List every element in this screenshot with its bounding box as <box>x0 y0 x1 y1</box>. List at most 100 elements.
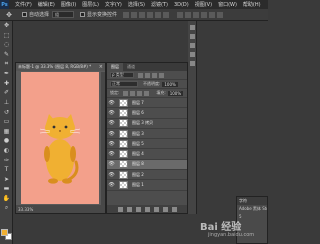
align-center-icon[interactable] <box>155 11 162 18</box>
visibility-eye-icon[interactable]: 👁 <box>107 110 116 116</box>
menu-file[interactable]: 文件(F) <box>15 1 32 8</box>
menu-type[interactable]: 文字(Y) <box>105 1 122 8</box>
lock-transparency-icon[interactable] <box>123 90 129 96</box>
menu-view[interactable]: 视图(V) <box>195 1 212 8</box>
align-right-icon[interactable] <box>163 11 170 18</box>
menu-3d[interactable]: 3D(D) <box>174 2 189 8</box>
visibility-eye-icon[interactable]: 👁 <box>107 100 116 106</box>
document-tab[interactable]: 未标题-1 @ 33.3% (图层 8, RGB/8#) * × <box>16 63 105 71</box>
distribute-bottom-icon[interactable] <box>193 11 200 18</box>
lasso-tool-icon[interactable]: ◌ <box>0 40 13 50</box>
vertical-scrollbar[interactable] <box>101 72 105 207</box>
tab-channels[interactable]: 通道 <box>123 63 139 71</box>
fill-value[interactable]: 100% <box>167 90 184 96</box>
foreground-color-swatch[interactable] <box>1 229 8 236</box>
menu-filter[interactable]: 滤镜(T) <box>151 1 168 8</box>
distribute-right-icon[interactable] <box>217 11 224 18</box>
marquee-tool-icon[interactable]: ⬚ <box>0 31 13 41</box>
history-brush-tool-icon[interactable]: ↺ <box>0 107 13 117</box>
quick-select-tool-icon[interactable]: ✎ <box>0 50 13 60</box>
dodge-tool-icon[interactable]: ◐ <box>0 146 13 156</box>
layer-kind-filter[interactable]: ρ 类型 <box>110 72 134 78</box>
healing-brush-tool-icon[interactable]: ✚ <box>0 79 13 89</box>
character-panel-icon[interactable] <box>190 61 195 66</box>
visibility-eye-icon[interactable]: 👁 <box>107 161 116 167</box>
menu-help[interactable]: 帮助(H) <box>243 1 261 8</box>
properties-panel-icon[interactable] <box>190 34 195 39</box>
layer-row-selected[interactable]: 👁 图层 8 <box>107 159 187 171</box>
hand-tool-icon[interactable]: ✋ <box>0 194 13 204</box>
auto-select-dropdown[interactable]: 组 <box>52 11 75 18</box>
menu-select[interactable]: 选择(S) <box>128 1 145 8</box>
align-top-icon[interactable] <box>123 11 130 18</box>
link-layers-icon[interactable] <box>117 206 123 212</box>
blur-tool-icon[interactable]: ● <box>0 136 13 146</box>
adjustment-layer-icon[interactable] <box>144 206 150 212</box>
visibility-eye-icon[interactable]: 👁 <box>107 172 116 178</box>
tab-layers[interactable]: 图层 <box>107 63 123 71</box>
lock-pixels-icon[interactable] <box>130 90 136 96</box>
font-family-field[interactable]: Adobe 黑体 Std <box>237 205 267 213</box>
swatches-panel-icon[interactable] <box>190 43 195 48</box>
layer-row[interactable]: 👁 图层 7 <box>107 98 187 109</box>
eyedropper-tool-icon[interactable]: ✒ <box>0 69 13 79</box>
zoom-tool-icon[interactable]: ⌕ <box>0 203 13 213</box>
visibility-eye-icon[interactable]: 👁 <box>107 141 116 147</box>
layer-row[interactable]: 👁 图层 6 <box>107 108 187 119</box>
close-icon[interactable]: × <box>99 64 103 70</box>
watermark-url: jingyan.baidu.com <box>208 232 255 238</box>
distribute-left-icon[interactable] <box>201 11 208 18</box>
visibility-eye-icon[interactable]: 👁 <box>107 120 116 126</box>
menu-edit[interactable]: 编辑(E) <box>38 1 55 8</box>
align-middle-icon[interactable] <box>131 11 138 18</box>
add-mask-icon[interactable] <box>135 206 141 212</box>
pixel-filter-icon[interactable] <box>138 72 143 78</box>
eraser-tool-icon[interactable]: ▭ <box>0 117 13 127</box>
visibility-eye-icon[interactable]: 👁 <box>107 131 116 137</box>
align-bottom-icon[interactable] <box>139 11 146 18</box>
type-filter-icon[interactable] <box>152 72 157 78</box>
brush-tool-icon[interactable]: ✐ <box>0 88 13 98</box>
history-panel-icon[interactable] <box>190 25 195 30</box>
show-transform-checkbox[interactable] <box>80 12 86 17</box>
type-tool-icon[interactable]: T <box>0 165 13 175</box>
distribute-top-icon[interactable] <box>177 11 184 18</box>
shape-filter-icon[interactable] <box>159 72 164 78</box>
auto-select-checkbox[interactable] <box>22 12 27 17</box>
character-panel-title[interactable]: 字符 <box>237 197 267 205</box>
delete-layer-icon[interactable] <box>171 206 177 212</box>
menu-image[interactable]: 图像(I) <box>61 1 76 8</box>
blend-mode-dropdown[interactable]: 正常 <box>110 81 138 87</box>
visibility-eye-icon[interactable]: 👁 <box>107 182 116 188</box>
new-layer-icon[interactable] <box>162 206 168 212</box>
layer-row[interactable]: 👁 图层 3 <box>107 129 187 140</box>
crop-tool-icon[interactable]: ⌗ <box>0 59 13 69</box>
layer-style-icon[interactable] <box>126 206 132 212</box>
move-tool-icon[interactable]: ✥ <box>2 10 16 20</box>
layer-row[interactable]: 👁 图层 2 <box>107 170 187 181</box>
menu-window[interactable]: 窗口(W) <box>218 1 237 8</box>
layer-row[interactable]: 👁 图层 1 <box>107 180 187 191</box>
visibility-eye-icon[interactable]: 👁 <box>107 151 116 157</box>
clone-stamp-tool-icon[interactable]: ⊥ <box>0 98 13 108</box>
distribute-middle-icon[interactable] <box>185 11 192 18</box>
adjustment-filter-icon[interactable] <box>145 72 150 78</box>
layer-row[interactable]: 👁 图层 5 <box>107 139 187 150</box>
shape-tool-icon[interactable]: ▬ <box>0 184 13 194</box>
menu-layer[interactable]: 图层(L) <box>82 1 99 8</box>
canvas[interactable] <box>21 72 99 204</box>
distribute-center-icon[interactable] <box>209 11 216 18</box>
gradient-tool-icon[interactable]: ▦ <box>0 127 13 137</box>
move-tool-icon[interactable]: ✥ <box>0 21 13 31</box>
new-group-icon[interactable] <box>153 206 159 212</box>
align-left-icon[interactable] <box>147 11 154 18</box>
layer-row[interactable]: 👁 图层 4 <box>107 149 187 160</box>
path-select-tool-icon[interactable]: ➤ <box>0 175 13 185</box>
pen-tool-icon[interactable]: ✑ <box>0 155 13 165</box>
opacity-value[interactable]: 100% <box>162 81 178 87</box>
zoom-level[interactable]: 33.33% <box>18 207 33 212</box>
adjustments-panel-icon[interactable] <box>190 52 195 57</box>
layer-row[interactable]: 👁 图层 3 拷贝 <box>107 119 187 129</box>
lock-all-icon[interactable] <box>144 90 150 96</box>
lock-position-icon[interactable] <box>137 90 143 96</box>
